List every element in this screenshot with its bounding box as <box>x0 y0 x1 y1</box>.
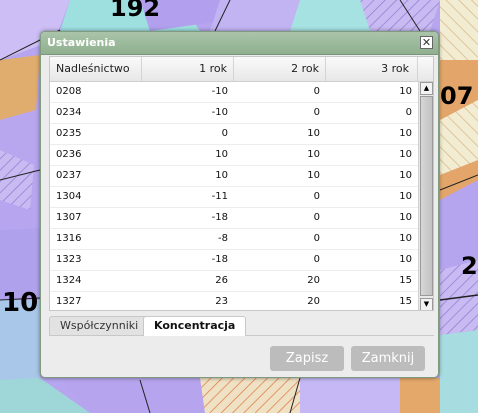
cell-3-rok[interactable]: 15 <box>326 271 418 291</box>
cell-3-rok[interactable]: 15 <box>326 292 418 310</box>
cell-nadlesnictwo: 1307 <box>56 212 82 223</box>
scroll-up-icon[interactable]: ▲ <box>420 82 433 95</box>
cell-3-rok[interactable]: 10 <box>326 187 418 207</box>
table-row[interactable]: 1316 -8 0 10 <box>50 229 418 250</box>
settings-dialog: Ustawienia ✕ Nadleśnictwo 1 rok 2 rok 3 … <box>40 31 439 378</box>
cell-2-rok[interactable]: 10 <box>234 166 326 186</box>
grid-body: 0208 -10 0 10 0234 -10 0 0 0235 0 10 10 … <box>50 82 418 310</box>
table-row[interactable]: 1324 26 20 15 <box>50 271 418 292</box>
cell-3-rok[interactable]: 10 <box>326 229 418 249</box>
cell-1-rok[interactable]: -10 <box>142 103 234 123</box>
table-row[interactable]: 1304 -11 0 10 <box>50 187 418 208</box>
table-row[interactable]: 0236 10 10 10 <box>50 145 418 166</box>
cell-2-rok[interactable]: 0 <box>234 229 326 249</box>
table-row[interactable]: 1327 23 20 15 <box>50 292 418 310</box>
map-label-07: 07 <box>440 82 474 110</box>
cell-nadlesnictwo: 1304 <box>56 191 82 202</box>
table-row[interactable]: 0208 -10 0 10 <box>50 82 418 103</box>
column-header-1-rok[interactable]: 1 rok <box>142 57 234 81</box>
cell-nadlesnictwo: 0208 <box>56 86 82 97</box>
cell-nadlesnictwo: 0234 <box>56 107 82 118</box>
cell-nadlesnictwo: 1323 <box>56 254 82 265</box>
cell-nadlesnictwo: 1316 <box>56 233 82 244</box>
cell-2-rok[interactable]: 10 <box>234 124 326 144</box>
table-row[interactable]: 1323 -18 0 10 <box>50 250 418 271</box>
cell-3-rok[interactable]: 10 <box>326 124 418 144</box>
cell-1-rok[interactable]: 26 <box>142 271 234 291</box>
cell-nadlesnictwo: 1327 <box>56 296 82 307</box>
cell-3-rok[interactable]: 10 <box>326 208 418 228</box>
cell-1-rok[interactable]: 10 <box>142 166 234 186</box>
cell-2-rok[interactable]: 0 <box>234 103 326 123</box>
table-row[interactable]: 1307 -18 0 10 <box>50 208 418 229</box>
close-button[interactable]: Zamknij <box>351 346 425 371</box>
close-icon[interactable]: ✕ <box>420 36 433 49</box>
dialog-title: Ustawienia <box>47 36 116 49</box>
cell-2-rok[interactable]: 20 <box>234 292 326 310</box>
column-header-nadlesnictwo[interactable]: Nadleśnictwo <box>50 57 142 81</box>
data-grid: Nadleśnictwo 1 rok 2 rok 3 rok 0208 -10 … <box>49 56 434 311</box>
tab-wspolczynniki[interactable]: Współczynniki <box>49 316 150 335</box>
grid-header: Nadleśnictwo 1 rok 2 rok 3 rok <box>50 57 418 82</box>
table-row[interactable]: 0234 -10 0 0 <box>50 103 418 124</box>
grid-header-filler <box>418 57 433 82</box>
cell-1-rok[interactable]: 23 <box>142 292 234 310</box>
cell-3-rok[interactable]: 0 <box>326 103 418 123</box>
table-row[interactable]: 0237 10 10 10 <box>50 166 418 187</box>
cell-1-rok[interactable]: 0 <box>142 124 234 144</box>
cell-1-rok[interactable]: -10 <box>142 82 234 102</box>
dialog-titlebar[interactable]: Ustawienia ✕ <box>41 32 438 55</box>
scroll-down-icon[interactable]: ▼ <box>420 298 433 310</box>
cell-3-rok[interactable]: 10 <box>326 145 418 165</box>
map-label-192: 192 <box>110 0 161 22</box>
map-label-10: 10 <box>2 288 39 318</box>
cell-3-rok[interactable]: 10 <box>326 250 418 270</box>
cell-nadlesnictwo: 1324 <box>56 275 82 286</box>
cell-1-rok[interactable]: -8 <box>142 229 234 249</box>
scrollbar-thumb[interactable] <box>420 96 433 296</box>
cell-1-rok[interactable]: 10 <box>142 145 234 165</box>
cell-2-rok[interactable]: 0 <box>234 187 326 207</box>
vertical-scrollbar[interactable]: ▲ ▼ <box>418 82 433 310</box>
save-button[interactable]: Zapisz <box>270 346 344 371</box>
column-header-3-rok[interactable]: 3 rok <box>326 57 418 81</box>
table-row[interactable]: 0235 0 10 10 <box>50 124 418 145</box>
cell-1-rok[interactable]: -18 <box>142 208 234 228</box>
cell-nadlesnictwo: 0237 <box>56 170 82 181</box>
tab-koncentracja[interactable]: Koncentracja <box>143 316 247 336</box>
cell-2-rok[interactable]: 0 <box>234 208 326 228</box>
cell-3-rok[interactable]: 10 <box>326 166 418 186</box>
cell-2-rok[interactable]: 0 <box>234 250 326 270</box>
column-header-2-rok[interactable]: 2 rok <box>234 57 326 81</box>
cell-2-rok[interactable]: 20 <box>234 271 326 291</box>
tab-bar: Współczynniki Koncentracja <box>49 315 434 336</box>
cell-nadlesnictwo: 0236 <box>56 149 82 160</box>
cell-2-rok[interactable]: 10 <box>234 145 326 165</box>
cell-1-rok[interactable]: -11 <box>142 187 234 207</box>
map-label-22: 22 <box>461 252 478 280</box>
cell-3-rok[interactable]: 10 <box>326 82 418 102</box>
cell-2-rok[interactable]: 0 <box>234 82 326 102</box>
cell-1-rok[interactable]: -18 <box>142 250 234 270</box>
cell-nadlesnictwo: 0235 <box>56 128 82 139</box>
